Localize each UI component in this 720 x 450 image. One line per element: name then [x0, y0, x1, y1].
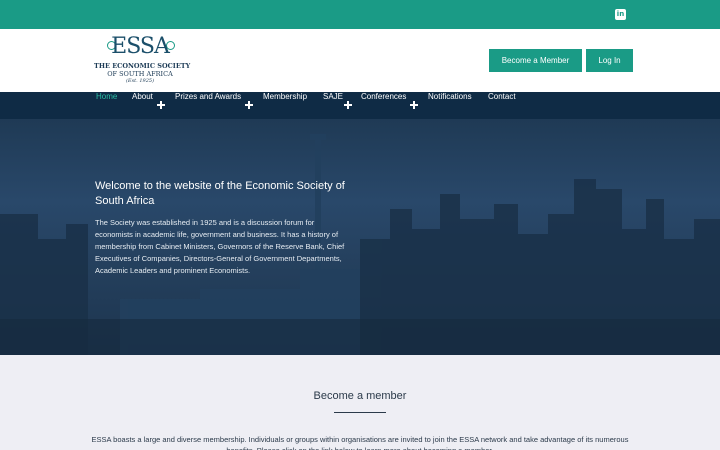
- site-header: ESSA THE ECONOMIC SOCIETY OF SOUTH AFRIC…: [0, 29, 720, 92]
- logo-text-line: THE ECONOMIC SOCIETY: [94, 62, 191, 70]
- nav-item-about[interactable]: About: [132, 92, 153, 119]
- nav-item-label: Membership: [263, 92, 308, 101]
- nav-item-label: Conferences: [361, 92, 407, 101]
- nav-item-membership[interactable]: Membership: [263, 92, 307, 119]
- hero-banner: Welcome to the website of the Economic S…: [0, 119, 720, 355]
- top-bar: in: [0, 0, 720, 29]
- logo-text-line: OF SOUTH AFRICA: [107, 70, 173, 78]
- plus-icon[interactable]: [409, 100, 419, 110]
- section-divider: [334, 412, 386, 413]
- section-description: ESSA boasts a large and diverse membersh…: [91, 435, 629, 450]
- nav-item-label: Prizes and Awards: [175, 92, 242, 101]
- section-title: Become a member: [313, 390, 407, 402]
- nav-item-prizes-and-awards[interactable]: Prizes and Awards: [175, 92, 241, 119]
- nav-item-label: Contact: [488, 92, 516, 101]
- linkedin-icon[interactable]: in: [615, 9, 626, 20]
- logo-mark: ESSA: [111, 34, 170, 59]
- essa-logo[interactable]: ESSA THE ECONOMIC SOCIETY OF SOUTH AFRIC…: [94, 34, 191, 87]
- nav-item-conferences[interactable]: Conferences: [361, 92, 406, 119]
- login-button[interactable]: Log In: [586, 49, 633, 72]
- nav-item-label: Home: [96, 92, 118, 101]
- hero-description: The Society was established in 1925 and …: [95, 218, 345, 275]
- logo-established: (Est. 1925): [125, 78, 155, 84]
- main-nav: Home About Prizes and Awards Membership …: [0, 92, 720, 119]
- nav-item-home[interactable]: Home: [96, 92, 117, 119]
- become-member-section: Become a member ESSA boasts a large and …: [0, 355, 720, 450]
- plus-icon[interactable]: [156, 100, 166, 110]
- nav-item-label: Notifications: [428, 92, 472, 101]
- nav-item-contact[interactable]: Contact: [488, 92, 516, 119]
- nav-item-notifications[interactable]: Notifications: [428, 92, 472, 119]
- become-member-button[interactable]: Become a Member: [489, 49, 582, 72]
- nav-item-saje[interactable]: SAJE: [323, 92, 343, 119]
- nav-item-label: About: [132, 92, 153, 101]
- plus-icon[interactable]: [343, 100, 353, 110]
- nav-item-label: SAJE: [323, 92, 344, 101]
- plus-icon[interactable]: [244, 100, 254, 110]
- hero-title: Welcome to the website of the Economic S…: [95, 180, 345, 207]
